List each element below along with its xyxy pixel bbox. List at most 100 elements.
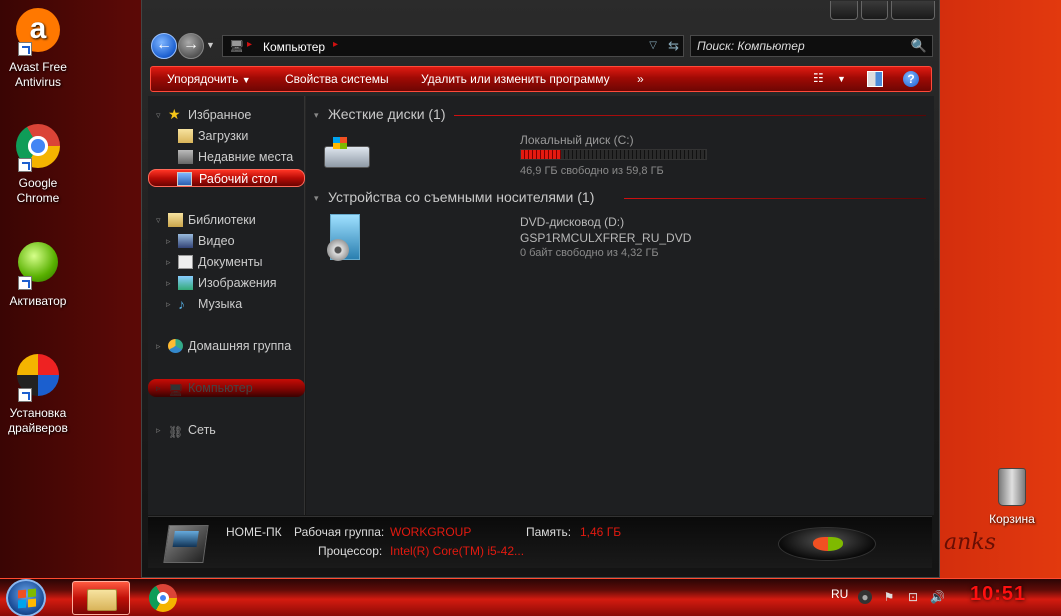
- action-center-flag-icon[interactable]: ⚑: [882, 590, 896, 604]
- windows-logo-icon: [778, 527, 876, 561]
- desktop-icon-label: Google Chrome: [16, 176, 60, 205]
- breadcrumb-arrow-icon[interactable]: ▸: [333, 39, 338, 50]
- chevron-down-icon: ▼: [241, 75, 251, 85]
- collapse-icon[interactable]: ▿: [156, 211, 161, 229]
- nav-label: Рабочий стол: [199, 172, 278, 186]
- search-input[interactable]: [697, 39, 897, 53]
- nav-item-computer[interactable]: ▹ 🖥 Компьютер: [148, 379, 305, 397]
- video-icon: [178, 234, 193, 248]
- desktop-icon-drivers[interactable]: Установка драйверов: [0, 354, 76, 436]
- search-icon[interactable]: 🔍: [911, 38, 927, 54]
- recent-pages-dropdown[interactable]: ▼: [206, 40, 215, 50]
- search-box[interactable]: 🔍: [690, 35, 933, 57]
- computer-icon: 🖥: [229, 39, 245, 53]
- computer-icon: 🖥: [168, 383, 184, 397]
- nav-label: Документы: [198, 255, 263, 269]
- downloads-folder-icon: [178, 129, 193, 143]
- start-button[interactable]: [6, 579, 46, 616]
- system-properties-button[interactable]: Свойства системы: [285, 72, 389, 86]
- breadcrumb-arrow-icon[interactable]: ▸: [247, 39, 252, 50]
- maximize-button[interactable]: [861, 1, 888, 20]
- nav-item-documents[interactable]: ▹ Документы: [148, 253, 305, 271]
- expand-icon[interactable]: ▹: [156, 379, 161, 397]
- desktop-icon-label: Avast Free Antivirus: [9, 60, 67, 89]
- close-button[interactable]: [891, 1, 935, 20]
- recycle-bin-icon: [998, 468, 1026, 506]
- volume-icon[interactable]: 🔊: [930, 590, 945, 604]
- memory-label: Память:: [526, 525, 572, 539]
- nav-item-downloads[interactable]: Загрузки: [148, 127, 305, 145]
- group-header-removable[interactable]: Устройства со съемными носителями (1): [328, 189, 594, 205]
- star-icon: ★: [168, 106, 181, 122]
- refresh-icon[interactable]: ⇆: [668, 38, 679, 54]
- desktop-icon-chrome[interactable]: Google Chrome: [0, 124, 76, 206]
- address-dropdown-icon[interactable]: ▽: [649, 40, 657, 51]
- command-bar: Упорядочить ▼ Свойства системы Удалить и…: [150, 66, 932, 92]
- memory-value: 1,46 ГБ: [580, 525, 622, 539]
- organize-button[interactable]: Упорядочить ▼: [167, 72, 251, 86]
- taskbar-chrome-button[interactable]: [134, 581, 192, 615]
- preview-pane-icon[interactable]: [867, 71, 883, 87]
- nav-item-homegroup[interactable]: ▹ Домашняя группа: [148, 337, 305, 355]
- network-icon: ⛓: [168, 425, 184, 439]
- nav-item-libraries[interactable]: ▿ Библиотеки: [148, 211, 305, 229]
- collapse-icon[interactable]: ▿: [156, 106, 161, 124]
- nav-label: Изображения: [198, 276, 277, 290]
- arrow-left-icon: ←: [156, 36, 172, 53]
- language-indicator[interactable]: RU: [831, 587, 848, 601]
- more-commands-button[interactable]: »: [637, 72, 644, 86]
- desktop-icon-avast[interactable]: a Avast Free Antivirus: [0, 8, 76, 90]
- desktop-icon-activator[interactable]: Активатор: [0, 240, 76, 309]
- desktop-icon: [177, 172, 192, 186]
- organize-label: Упорядочить: [167, 72, 239, 86]
- nav-label: Сеть: [188, 423, 216, 437]
- expand-icon[interactable]: ▹: [156, 337, 161, 355]
- taskbar-explorer-button[interactable]: [72, 581, 130, 615]
- expand-icon[interactable]: ▹: [166, 274, 171, 292]
- cpu-value: Intel(R) Core(TM) i5-42...: [390, 544, 525, 558]
- expand-icon[interactable]: ▹: [166, 253, 171, 271]
- nav-item-network[interactable]: ▹ ⛓ Сеть: [148, 421, 305, 439]
- nav-item-music[interactable]: ▹ ♪ Музыка: [148, 295, 305, 313]
- workgroup-value: WORKGROUP: [390, 525, 472, 539]
- libraries-icon: [168, 213, 183, 227]
- nav-item-recent[interactable]: Недавние места: [148, 148, 305, 166]
- nav-item-desktop[interactable]: Рабочий стол: [148, 169, 305, 187]
- tray-app-icon[interactable]: ●: [858, 590, 872, 604]
- navigation-bar: ← → ▼ 🖥 ▸ Компьютер ▸ ▽ ⇆ 🔍: [150, 32, 933, 59]
- avast-icon: a: [14, 8, 62, 56]
- explorer-window: ← → ▼ 🖥 ▸ Компьютер ▸ ▽ ⇆ 🔍 Упорядочить …: [141, 0, 940, 578]
- nav-label: Музыка: [198, 297, 243, 311]
- expand-icon[interactable]: ▹: [166, 232, 171, 250]
- nav-item-images[interactable]: ▹ Изображения: [148, 274, 305, 292]
- local-disk-free-space: 46,9 ГБ свободно из 59,8 ГБ: [520, 165, 664, 177]
- desktop-icon-recycle-bin[interactable]: Корзина: [980, 468, 1044, 527]
- group-collapse-icon[interactable]: ▾: [314, 110, 319, 121]
- desktop-icon-label: Активатор: [9, 294, 67, 308]
- help-icon[interactable]: ?: [903, 71, 919, 87]
- forward-button[interactable]: →: [178, 33, 204, 59]
- nav-item-video[interactable]: ▹ Видео: [148, 232, 305, 250]
- nav-label: Загрузки: [198, 129, 249, 143]
- group-header-hard-disks[interactable]: Жесткие диски (1): [328, 106, 446, 122]
- clock[interactable]: 10:51: [970, 583, 1026, 606]
- expand-icon[interactable]: ▹: [166, 295, 171, 313]
- recent-places-icon: [178, 150, 193, 164]
- chevron-down-icon[interactable]: ▼: [837, 74, 853, 90]
- workgroup-label: Рабочая группа:: [294, 525, 385, 539]
- hard-drive-icon: [324, 137, 370, 168]
- back-button[interactable]: ←: [151, 33, 177, 59]
- uninstall-program-button[interactable]: Удалить или изменить программу: [421, 72, 610, 86]
- local-disk-name: Локальный диск (C:): [520, 133, 634, 147]
- view-options-icon[interactable]: ☷: [813, 71, 829, 87]
- dvd-drive-icon: [327, 214, 360, 261]
- network-tray-icon[interactable]: ⊡: [906, 590, 920, 604]
- breadcrumb-computer[interactable]: Компьютер: [263, 40, 325, 54]
- disk-usage-bar: [520, 149, 707, 160]
- address-bar[interactable]: 🖥 ▸ Компьютер ▸ ▽ ⇆: [222, 35, 684, 57]
- expand-icon[interactable]: ▹: [156, 421, 161, 439]
- driver-install-icon: [14, 354, 62, 402]
- nav-item-favorites[interactable]: ▿ ★ Избранное: [148, 106, 305, 124]
- minimize-button[interactable]: [830, 1, 858, 20]
- group-collapse-icon[interactable]: ▾: [314, 193, 319, 204]
